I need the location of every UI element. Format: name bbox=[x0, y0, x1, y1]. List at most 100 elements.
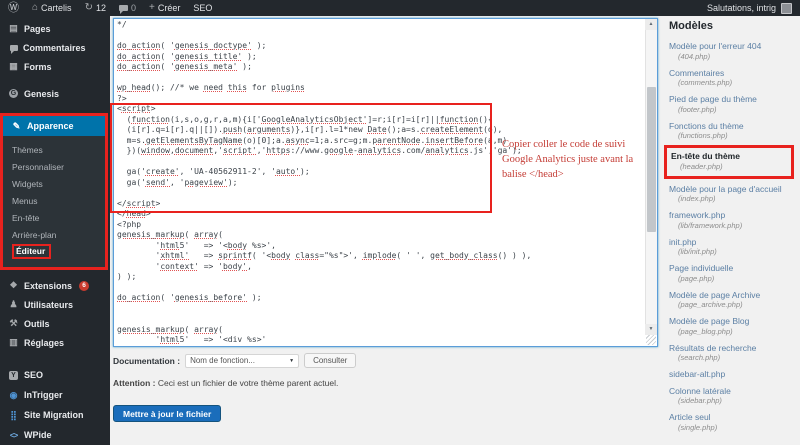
template-link-label: Modèle pour l'erreur 404 bbox=[669, 41, 794, 52]
template-link-framework[interactable]: framework.php (lib/framework.php) bbox=[669, 210, 794, 231]
sidebar-item-menus[interactable]: Menus bbox=[3, 192, 105, 209]
wordpress-menu[interactable]: Ⓦ bbox=[8, 0, 19, 16]
template-file-name: (functions.php) bbox=[669, 131, 794, 141]
sidebar-item-label: SEO bbox=[24, 370, 43, 380]
sidebar-item-pages[interactable]: ▤ Pages bbox=[0, 19, 110, 38]
code-line: do_action( 'genesis_meta' ); bbox=[117, 62, 641, 73]
templates-sidebar: Modèles Modèle pour l'erreur 404 (404.ph… bbox=[662, 16, 800, 445]
template-file-name: (index.php) bbox=[669, 194, 794, 204]
updates-count: 12 bbox=[96, 3, 106, 13]
code-line: do_action( 'genesis_before' ); bbox=[117, 293, 641, 304]
function-select[interactable]: Nom de fonction... ▼ bbox=[185, 354, 299, 368]
sidebar-item-label: Pages bbox=[24, 24, 51, 34]
sidebar-subitem-label: Personnaliser bbox=[12, 162, 64, 172]
template-link-label: Pied de page du thème bbox=[669, 94, 794, 105]
template-link-label: Page individuelle bbox=[669, 263, 794, 274]
templates-heading: Modèles bbox=[669, 20, 794, 32]
annotation-box-appearance: ✎ Apparence Thèmes Personnaliser Widgets… bbox=[0, 113, 108, 270]
sidebar-item-customize[interactable]: Personnaliser bbox=[3, 158, 105, 175]
sidebar-item-header[interactable]: En-tête bbox=[3, 209, 105, 226]
code-line: </head> bbox=[117, 209, 641, 220]
template-file-name: (404.php) bbox=[669, 52, 794, 62]
template-link-index[interactable]: Modèle pour la page d'accueil (index.php… bbox=[669, 184, 794, 205]
avatar bbox=[781, 3, 792, 14]
sidebar-item-comments[interactable]: Commentaires bbox=[0, 38, 110, 57]
site-name-link[interactable]: ⌂ Cartelis bbox=[32, 0, 72, 16]
template-link-label: Colonne latérale bbox=[669, 386, 794, 397]
scroll-down-icon[interactable]: ▼ bbox=[645, 324, 657, 335]
template-link-single[interactable]: Article seul (single.php) bbox=[669, 412, 794, 433]
forms-icon: ▦ bbox=[8, 61, 19, 72]
template-link-search[interactable]: Résultats de recherche (search.php) bbox=[669, 343, 794, 364]
sidebar-item-forms[interactable]: ▦ Forms bbox=[0, 57, 110, 76]
scroll-up-icon[interactable]: ▲ bbox=[645, 19, 657, 30]
sidebar-item-label: Outils bbox=[24, 319, 50, 329]
menu-group-plugins: Y SEO ◉ InTrigger ⣿ Site Migration <> WP… bbox=[0, 365, 110, 445]
sidebar-item-settings[interactable]: ▥ Réglages bbox=[0, 333, 110, 352]
template-link-comments[interactable]: Commentaires (comments.php) bbox=[669, 68, 794, 89]
sidebar-item-tools[interactable]: ⚒ Outils bbox=[0, 314, 110, 333]
sidebar-item-themes[interactable]: Thèmes bbox=[3, 141, 105, 158]
template-link-page[interactable]: Page individuelle (page.php) bbox=[669, 263, 794, 284]
sidebar-item-users[interactable]: ♟ Utilisateurs bbox=[0, 295, 110, 314]
account-menu[interactable]: Salutations, intrig bbox=[707, 3, 792, 14]
sidebar-item-genesis[interactable]: G Genesis bbox=[0, 84, 110, 103]
sidebar-subitem-label: Arrière-plan bbox=[12, 230, 56, 240]
sidebar-item-plugins[interactable]: ❖ Extensions 6 bbox=[0, 276, 110, 295]
template-link-label: Commentaires bbox=[669, 68, 794, 79]
updates-icon: ↻ bbox=[85, 3, 93, 13]
textarea-resize-grip[interactable] bbox=[646, 335, 656, 345]
attention-label: Attention : bbox=[113, 378, 156, 388]
sidebar-item-widgets[interactable]: Widgets bbox=[3, 175, 105, 192]
sidebar-item-site-migration[interactable]: ⣿ Site Migration bbox=[0, 405, 110, 425]
count-badge: 6 bbox=[79, 281, 89, 291]
sidebar-item-wpide[interactable]: <> WPide bbox=[0, 425, 110, 445]
settings-icon: ▥ bbox=[8, 337, 19, 348]
theme-editor-textarea[interactable]: */ do_action( 'genesis_doctype' ); do_ac… bbox=[113, 18, 658, 347]
plugin-icon: ❖ bbox=[8, 280, 19, 291]
sidebar-item-label: Forms bbox=[24, 62, 52, 72]
brush-icon: ✎ bbox=[11, 121, 22, 132]
new-content-menu[interactable]: + Créer bbox=[149, 0, 180, 16]
sidebar-subitem-label: Widgets bbox=[12, 179, 43, 189]
annotation-note: Copier coller le code de suivi Google An… bbox=[502, 137, 654, 182]
updates-link[interactable]: ↻ 12 bbox=[85, 0, 106, 16]
template-file-name: (header.php) bbox=[671, 162, 787, 172]
template-link-label: init.php bbox=[669, 237, 794, 248]
sidebar-item-label: Genesis bbox=[24, 89, 59, 99]
template-link-page-blog[interactable]: Modèle de page Blog (page_blog.php) bbox=[669, 316, 794, 337]
template-link-page-archive[interactable]: Modèle de page Archive (page_archive.php… bbox=[669, 290, 794, 311]
sidebar-subitem-label: Thèmes bbox=[12, 145, 43, 155]
documentation-label: Documentation : bbox=[113, 356, 180, 366]
sidebar-item-intrigger[interactable]: ◉ InTrigger bbox=[0, 385, 110, 405]
comments-link[interactable]: 0 bbox=[119, 0, 136, 16]
template-link-footer[interactable]: Pied de page du thème (footer.php) bbox=[669, 94, 794, 115]
template-link-sidebar-alt[interactable]: sidebar-alt.php bbox=[669, 369, 794, 380]
template-file-name: (search.php) bbox=[669, 353, 794, 363]
template-link-label: Modèle de page Archive bbox=[669, 290, 794, 301]
site-name-label: Cartelis bbox=[41, 3, 72, 13]
sidebar-item-editor[interactable]: Éditeur bbox=[3, 243, 105, 260]
sidebar-item-appearance[interactable]: ✎ Apparence bbox=[3, 116, 105, 136]
template-link-functions[interactable]: Fonctions du thème (functions.php) bbox=[669, 121, 794, 142]
sidebar-item-background[interactable]: Arrière-plan bbox=[3, 226, 105, 243]
site-migration-icon: ⣿ bbox=[8, 410, 19, 421]
consult-button[interactable]: Consulter bbox=[304, 353, 356, 368]
template-link-init[interactable]: init.php (lib/init.php) bbox=[669, 237, 794, 258]
template-link-404[interactable]: Modèle pour l'erreur 404 (404.php) bbox=[669, 41, 794, 62]
templates-list: Modèle pour l'erreur 404 (404.php) Comme… bbox=[669, 41, 794, 433]
code-line: ?> bbox=[117, 94, 641, 105]
documentation-row: Documentation : Nom de fonction... ▼ Con… bbox=[113, 353, 662, 368]
code-line bbox=[117, 283, 641, 294]
seo-menu[interactable]: SEO bbox=[193, 0, 212, 16]
template-file-name: (single.php) bbox=[669, 423, 794, 433]
template-link-sidebar[interactable]: Colonne latérale (sidebar.php) bbox=[669, 386, 794, 407]
template-link-header[interactable]: En-tête du thème (header.php) bbox=[664, 145, 794, 179]
code-line: ) ); bbox=[117, 272, 641, 283]
code-line: do_action( 'genesis_title' ); bbox=[117, 52, 641, 63]
wpide-icon: <> bbox=[8, 430, 19, 441]
sidebar-item-seo[interactable]: Y SEO bbox=[0, 365, 110, 385]
home-icon: ⌂ bbox=[32, 3, 38, 13]
update-file-button[interactable]: Mettre à jour le fichier bbox=[113, 405, 221, 422]
template-link-label: sidebar-alt.php bbox=[669, 369, 794, 380]
